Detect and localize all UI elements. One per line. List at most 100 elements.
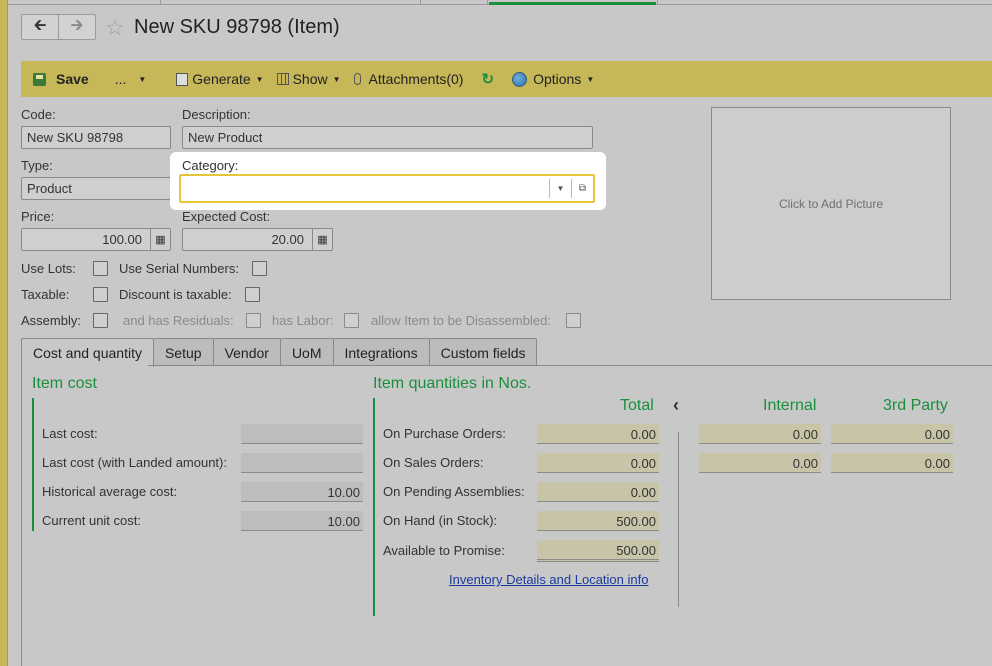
on-pending-assemblies-label: On Pending Assemblies: [383,484,525,499]
top-tab-strip [8,0,992,5]
category-input[interactable]: ▼ ⧉ [179,174,595,203]
nav-buttons: 🡰 🡲 [21,14,96,40]
show-button[interactable]: Show ▼ [276,61,341,97]
has-residuals-label: and has Residuals: [123,313,234,328]
col-internal-header: Internal [763,397,817,414]
item-cost-accent [32,398,34,531]
tab-setup[interactable]: Setup [152,338,214,366]
favorite-star-icon[interactable]: ☆ [105,15,125,41]
on-purchase-orders-third: 0.00 [831,424,953,444]
panel-border [21,365,22,666]
description-field[interactable]: New Product [182,126,593,149]
last-cost-landed-label: Last cost (with Landed amount): [42,455,227,470]
code-label: Code: [21,107,56,122]
page-title: New SKU 98798 (Item) [134,16,340,38]
type-select[interactable]: Product [21,177,171,200]
save-icon [33,72,46,86]
dropdown-arrow-icon[interactable]: ▼ [549,179,571,198]
last-cost-label: Last cost: [42,426,98,441]
generate-button[interactable]: Generate ▼ [176,61,264,97]
col-total-header: Total [620,397,654,414]
open-popup-icon[interactable]: ⧉ [571,179,593,198]
col-third-party-header: 3rd Party [883,397,948,414]
has-labor-label: has Labor: [272,313,334,328]
on-sales-orders-internal: 0.00 [699,453,821,473]
code-field[interactable]: New SKU 98798 [21,126,171,149]
on-sales-orders-total: 0.00 [537,453,659,473]
use-serial-checkbox[interactable] [252,261,267,276]
use-lots-label: Use Lots: [21,261,76,276]
on-purchase-orders-internal: 0.00 [699,424,821,444]
assembly-checkbox[interactable] [93,313,108,328]
on-sales-orders-third: 0.00 [831,453,953,473]
taxable-checkbox[interactable] [93,287,108,302]
type-label: Type: [21,158,53,173]
has-labor-checkbox[interactable] [344,313,359,328]
toolbar: Save ... ▼ Generate ▼ Show ▼ Attachments… [21,61,992,97]
on-purchase-orders-label: On Purchase Orders: [383,426,506,441]
calculator-icon[interactable]: ▦ [312,229,332,250]
use-lots-checkbox[interactable] [93,261,108,276]
taxable-label: Taxable: [21,287,70,302]
historical-avg-cost-label: Historical average cost: [42,484,178,499]
category-label: Category: [182,158,239,173]
price-field[interactable]: 100.00 ▦ [21,228,171,251]
description-label: Description: [182,107,251,122]
options-icon [512,71,528,87]
current-unit-cost-label: Current unit cost: [42,513,141,528]
tab-integrations[interactable]: Integrations [332,338,430,366]
discount-taxable-label: Discount is taxable: [119,287,232,302]
allow-disassembled-label: allow Item to be Disassembled: [371,313,551,328]
assembly-label: Assembly: [21,313,81,328]
save-button[interactable]: Save [33,61,89,97]
chart-icon [276,73,289,85]
caret-down-icon: ▼ [332,74,341,84]
caret-down-icon: ▼ [255,74,264,84]
options-button[interactable]: Options ▼ [512,61,594,97]
on-pending-assemblies-total: 0.00 [537,482,659,502]
qty-divider [678,432,679,607]
on-hand-label: On Hand (in Stock): [383,513,498,528]
current-unit-cost-value: 10.00 [241,511,363,531]
inventory-details-link[interactable]: Inventory Details and Location info [449,572,648,587]
item-cost-title: Item cost [32,375,97,392]
paperclip-icon [353,73,361,85]
attachments-button[interactable]: Attachments(0) [353,61,463,97]
chevron-left-icon[interactable]: ‹ [673,395,679,416]
tab-divider [148,365,992,366]
more-actions-button[interactable]: ... ▼ [115,61,147,97]
forward-arrow-icon[interactable]: 🡲 [58,15,95,39]
expected-cost-field[interactable]: 20.00 ▦ [182,228,333,251]
tab-cost-and-quantity[interactable]: Cost and quantity [21,338,154,367]
tab-vendor[interactable]: Vendor [212,338,281,366]
on-purchase-orders-total: 0.00 [537,424,659,444]
use-serial-label: Use Serial Numbers: [119,261,239,276]
back-arrow-icon[interactable]: 🡰 [22,15,58,39]
last-cost-landed-value [241,453,363,473]
available-to-promise-label: Available to Promise: [383,543,505,558]
tab-uom[interactable]: UoM [279,338,334,366]
available-to-promise-total: 500.00 [537,540,659,562]
caret-down-icon: ▼ [586,74,595,84]
calculator-icon[interactable]: ▦ [150,229,170,250]
on-hand-total: 500.00 [537,511,659,531]
generate-icon [176,72,189,86]
on-sales-orders-label: On Sales Orders: [383,455,484,470]
page: 🡰 🡲 ☆ New SKU 98798 (Item) Save ... ▼ Ge… [8,0,992,666]
detail-tabs: Cost and quantity Setup Vendor UoM Integ… [21,338,538,367]
picture-upload[interactable]: Click to Add Picture [711,107,951,300]
discount-taxable-checkbox[interactable] [245,287,260,302]
tab-custom-fields[interactable]: Custom fields [428,338,538,366]
item-quantities-accent [373,398,375,616]
price-label: Price: [21,209,55,224]
caret-down-icon: ▼ [138,74,147,84]
item-quantities-title: Item quantities in Nos. [373,375,532,392]
last-cost-value [241,424,363,444]
left-accent-bar [0,0,8,666]
has-residuals-checkbox[interactable] [246,313,261,328]
refresh-icon: ↻ [481,71,495,88]
refresh-button[interactable]: ↻ [481,61,494,97]
historical-avg-cost-value: 10.00 [241,482,363,502]
allow-disassembled-checkbox[interactable] [566,313,581,328]
expected-cost-label: Expected Cost: [182,209,271,224]
